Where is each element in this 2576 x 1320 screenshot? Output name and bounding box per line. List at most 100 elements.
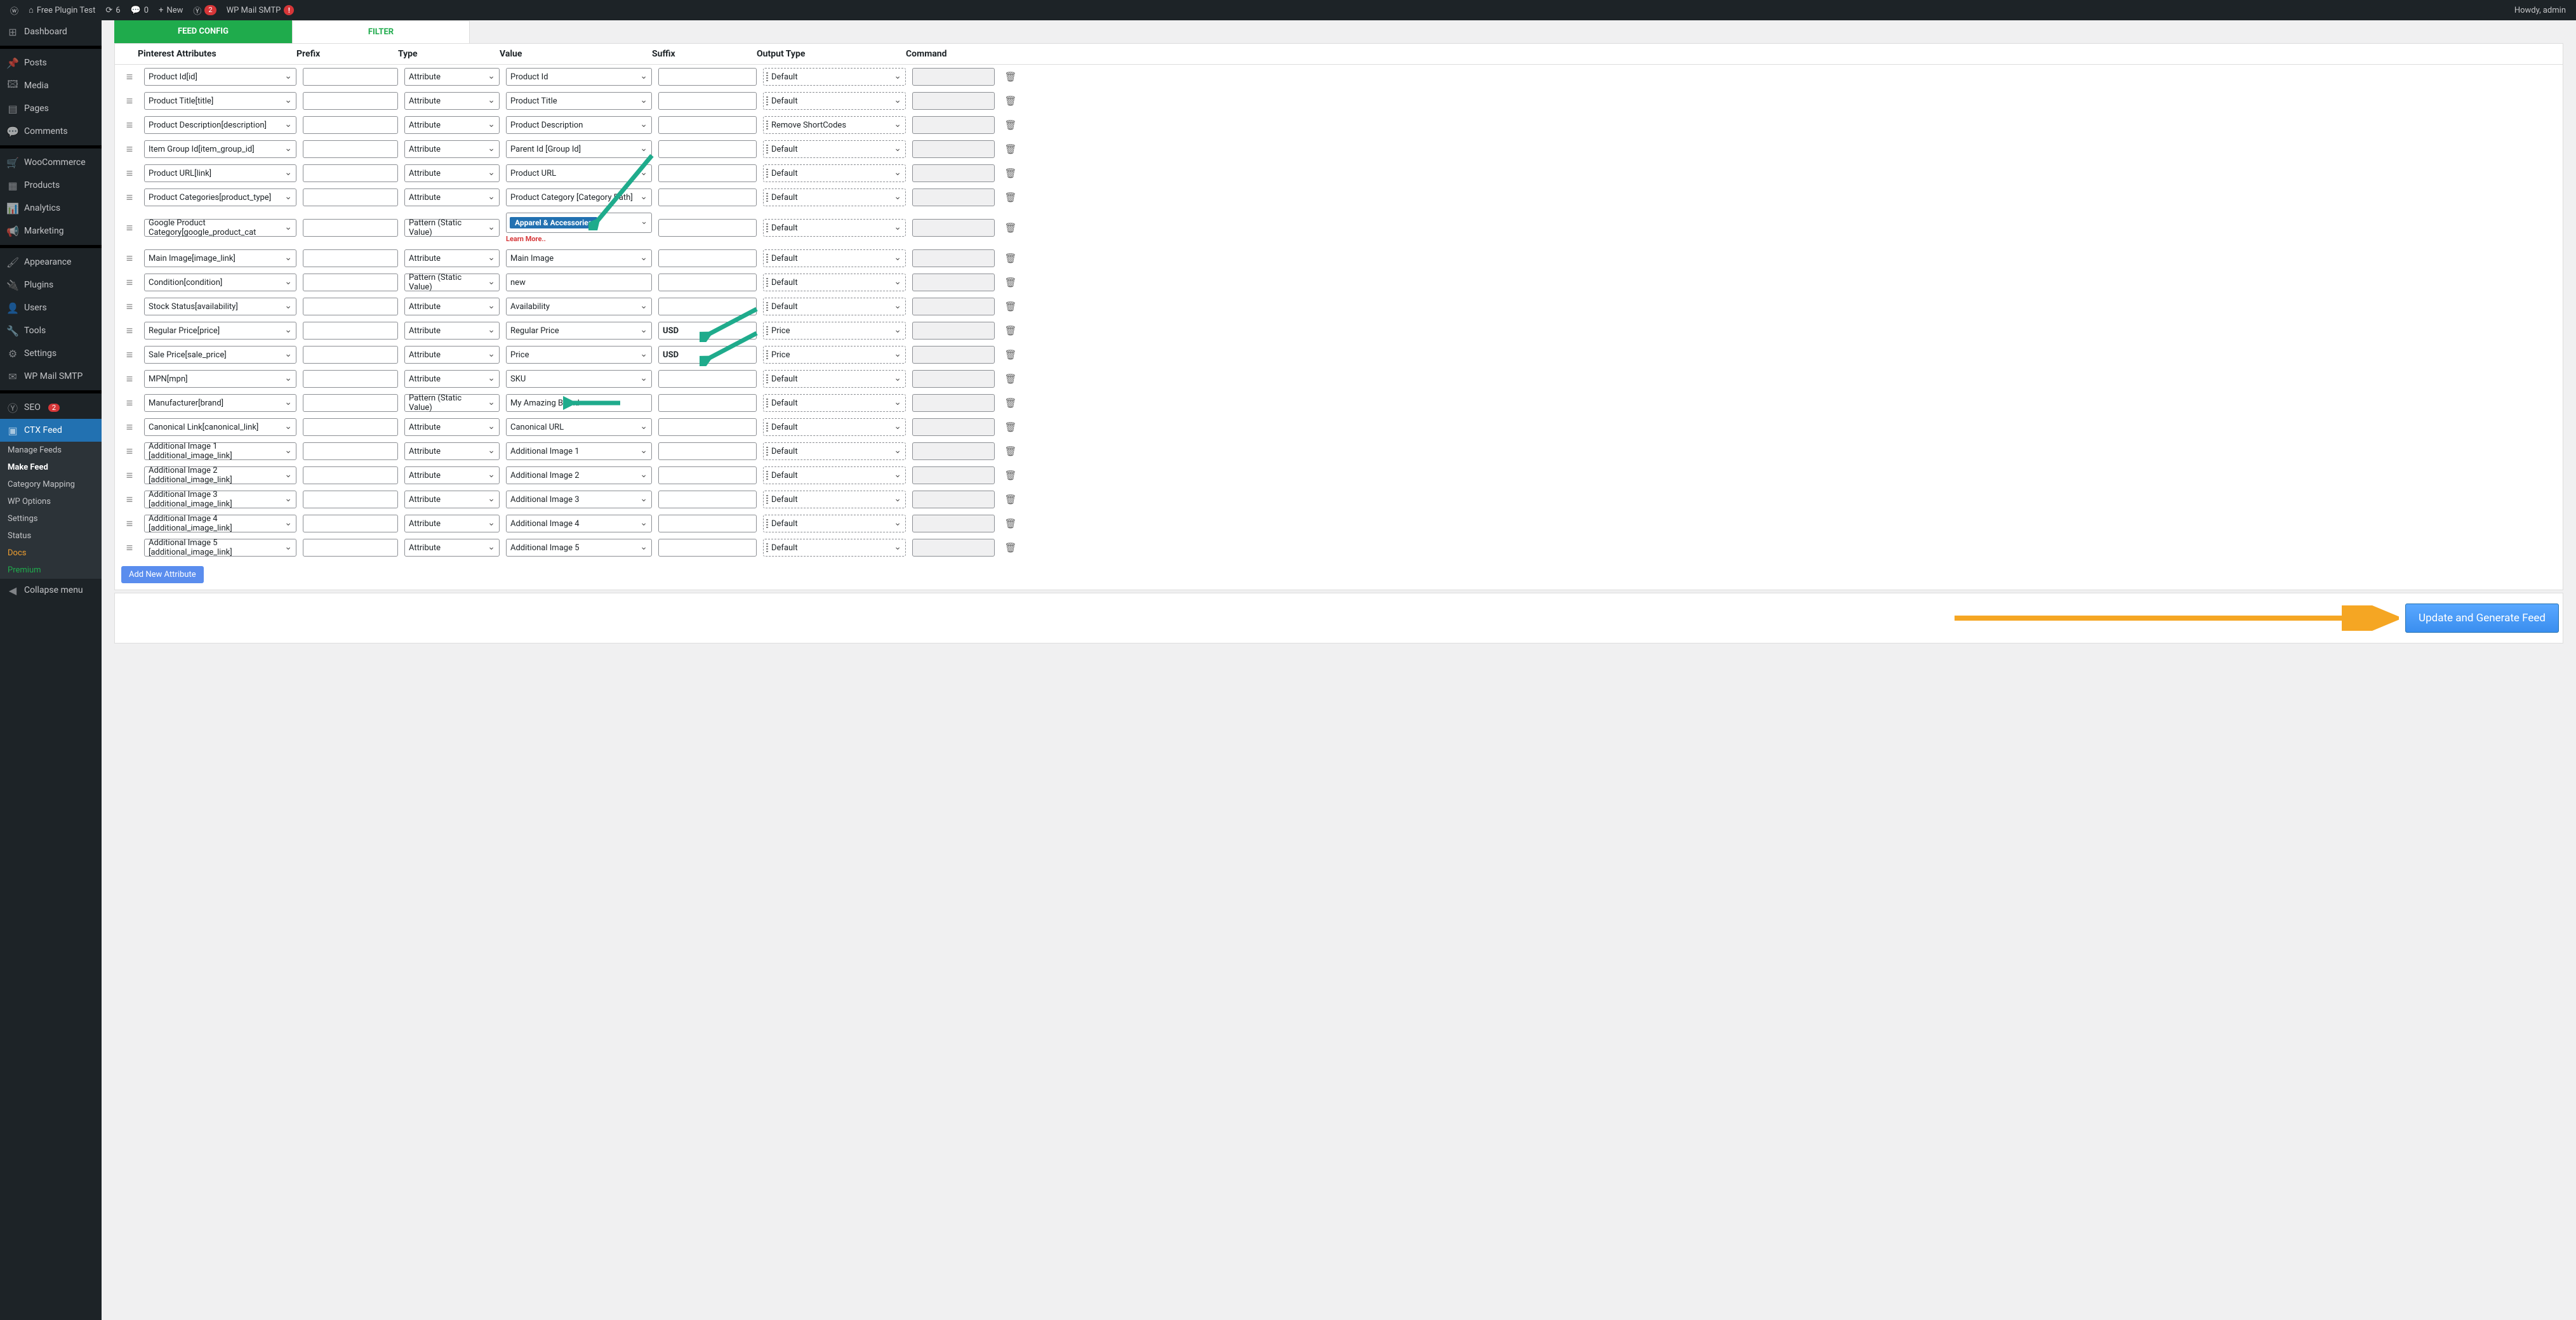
- value-input[interactable]: new: [506, 274, 652, 291]
- prefix-input[interactable]: [303, 274, 398, 291]
- attribute-select[interactable]: MPN[mpn]: [144, 370, 296, 388]
- collapse-menu[interactable]: ◀Collapse menu: [0, 579, 102, 602]
- value-select[interactable]: Regular Price: [506, 322, 652, 340]
- sidebar-item-comments[interactable]: 💬Comments: [0, 120, 102, 143]
- type-select[interactable]: Attribute: [404, 322, 500, 340]
- delete-row-button[interactable]: 🗑: [1001, 494, 1020, 505]
- value-select[interactable]: Product Id: [506, 68, 652, 86]
- command-input[interactable]: [912, 274, 995, 291]
- command-input[interactable]: [912, 346, 995, 364]
- sidebar-item-tools[interactable]: 🔧Tools: [0, 319, 102, 342]
- type-select[interactable]: Attribute: [404, 442, 500, 460]
- prefix-input[interactable]: [303, 418, 398, 436]
- suffix-input[interactable]: [658, 466, 757, 484]
- attribute-select[interactable]: Product URL[link]: [144, 164, 296, 182]
- command-input[interactable]: [912, 298, 995, 315]
- attribute-select[interactable]: Additional Image 5 [additional_image_lin…: [144, 539, 296, 557]
- suffix-input[interactable]: [658, 116, 757, 134]
- output-type-select[interactable]: Default: [763, 219, 906, 237]
- output-type-select[interactable]: Default: [763, 370, 906, 388]
- suffix-input[interactable]: [658, 539, 757, 557]
- type-select[interactable]: Attribute: [404, 188, 500, 206]
- command-input[interactable]: [912, 539, 995, 557]
- type-select[interactable]: Attribute: [404, 92, 500, 110]
- submenu-category-mapping[interactable]: Category Mapping: [0, 476, 102, 493]
- suffix-input[interactable]: USD: [658, 322, 757, 340]
- sidebar-item-seo[interactable]: ⓎSEO2: [0, 396, 102, 419]
- drag-handle-icon[interactable]: ≡: [121, 445, 138, 458]
- prefix-input[interactable]: [303, 539, 398, 557]
- attribute-select[interactable]: Product Id[id]: [144, 68, 296, 86]
- drag-handle-icon[interactable]: ≡: [121, 348, 138, 362]
- sidebar-item-pages[interactable]: ▤Pages: [0, 97, 102, 120]
- command-input[interactable]: [912, 442, 995, 460]
- sidebar-item-posts[interactable]: 📌Posts: [0, 51, 102, 74]
- drag-handle-icon[interactable]: ≡: [121, 397, 138, 410]
- sidebar-item-woocommerce[interactable]: 🛒WooCommerce: [0, 151, 102, 174]
- output-type-select[interactable]: Remove ShortCodes: [763, 116, 906, 134]
- prefix-input[interactable]: [303, 188, 398, 206]
- suffix-input[interactable]: [658, 68, 757, 86]
- suffix-input[interactable]: [658, 491, 757, 508]
- attribute-select[interactable]: Main Image[image_link]: [144, 249, 296, 267]
- type-select[interactable]: Attribute: [404, 539, 500, 557]
- delete-row-button[interactable]: 🗑: [1001, 168, 1020, 179]
- type-select[interactable]: Pattern (Static Value): [404, 274, 500, 291]
- type-select[interactable]: Attribute: [404, 249, 500, 267]
- delete-row-button[interactable]: 🗑: [1001, 542, 1020, 553]
- value-tagbox[interactable]: Apparel & Accessories: [506, 213, 652, 233]
- type-select[interactable]: Attribute: [404, 515, 500, 532]
- sidebar-item-analytics[interactable]: 📊Analytics: [0, 197, 102, 220]
- attribute-select[interactable]: Canonical Link[canonical_link]: [144, 418, 296, 436]
- value-select[interactable]: Product URL: [506, 164, 652, 182]
- suffix-input[interactable]: [658, 164, 757, 182]
- drag-handle-icon[interactable]: ≡: [121, 70, 138, 84]
- type-select[interactable]: Pattern (Static Value): [404, 394, 500, 412]
- type-select[interactable]: Attribute: [404, 466, 500, 484]
- prefix-input[interactable]: [303, 92, 398, 110]
- attribute-select[interactable]: Additional Image 4 [additional_image_lin…: [144, 515, 296, 532]
- type-select[interactable]: Attribute: [404, 418, 500, 436]
- submenu-make-feed[interactable]: Make Feed: [0, 459, 102, 476]
- value-select[interactable]: Parent Id [Group Id]: [506, 140, 652, 158]
- drag-handle-icon[interactable]: ≡: [121, 373, 138, 386]
- delete-row-button[interactable]: 🗑: [1001, 253, 1020, 264]
- drag-handle-icon[interactable]: ≡: [121, 324, 138, 338]
- drag-handle-icon[interactable]: ≡: [121, 300, 138, 314]
- value-select[interactable]: Additional Image 4: [506, 515, 652, 532]
- prefix-input[interactable]: [303, 370, 398, 388]
- command-input[interactable]: [912, 116, 995, 134]
- value-select[interactable]: Main Image: [506, 249, 652, 267]
- output-type-select[interactable]: Default: [763, 188, 906, 206]
- sidebar-item-marketing[interactable]: 📢Marketing: [0, 220, 102, 242]
- updates-link[interactable]: ⟳6: [100, 0, 125, 20]
- delete-row-button[interactable]: 🗑: [1001, 192, 1020, 203]
- attribute-select[interactable]: Additional Image 2 [additional_image_lin…: [144, 466, 296, 484]
- submenu-settings[interactable]: Settings: [0, 510, 102, 527]
- attribute-select[interactable]: Product Description[description]: [144, 116, 296, 134]
- output-type-select[interactable]: Default: [763, 274, 906, 291]
- comments-link[interactable]: 💬0: [126, 0, 154, 20]
- output-type-select[interactable]: Default: [763, 68, 906, 86]
- output-type-select[interactable]: Default: [763, 491, 906, 508]
- command-input[interactable]: [912, 68, 995, 86]
- prefix-input[interactable]: [303, 466, 398, 484]
- attribute-select[interactable]: Sale Price[sale_price]: [144, 346, 296, 364]
- drag-handle-icon[interactable]: ≡: [121, 95, 138, 108]
- value-select[interactable]: SKU: [506, 370, 652, 388]
- sidebar-item-appearance[interactable]: 🖌Appearance: [0, 251, 102, 274]
- delete-row-button[interactable]: 🗑: [1001, 222, 1020, 234]
- command-input[interactable]: [912, 418, 995, 436]
- tab-filter[interactable]: FILTER: [292, 20, 470, 43]
- value-select[interactable]: Canonical URL: [506, 418, 652, 436]
- delete-row-button[interactable]: 🗑: [1001, 95, 1020, 107]
- type-select[interactable]: Attribute: [404, 370, 500, 388]
- new-link[interactable]: +New: [154, 0, 188, 20]
- submenu-wp-options[interactable]: WP Options: [0, 493, 102, 510]
- delete-row-button[interactable]: 🗑: [1001, 349, 1020, 360]
- drag-handle-icon[interactable]: ≡: [121, 493, 138, 506]
- type-select[interactable]: Attribute: [404, 164, 500, 182]
- delete-row-button[interactable]: 🗑: [1001, 421, 1020, 433]
- drag-handle-icon[interactable]: ≡: [121, 252, 138, 265]
- prefix-input[interactable]: [303, 164, 398, 182]
